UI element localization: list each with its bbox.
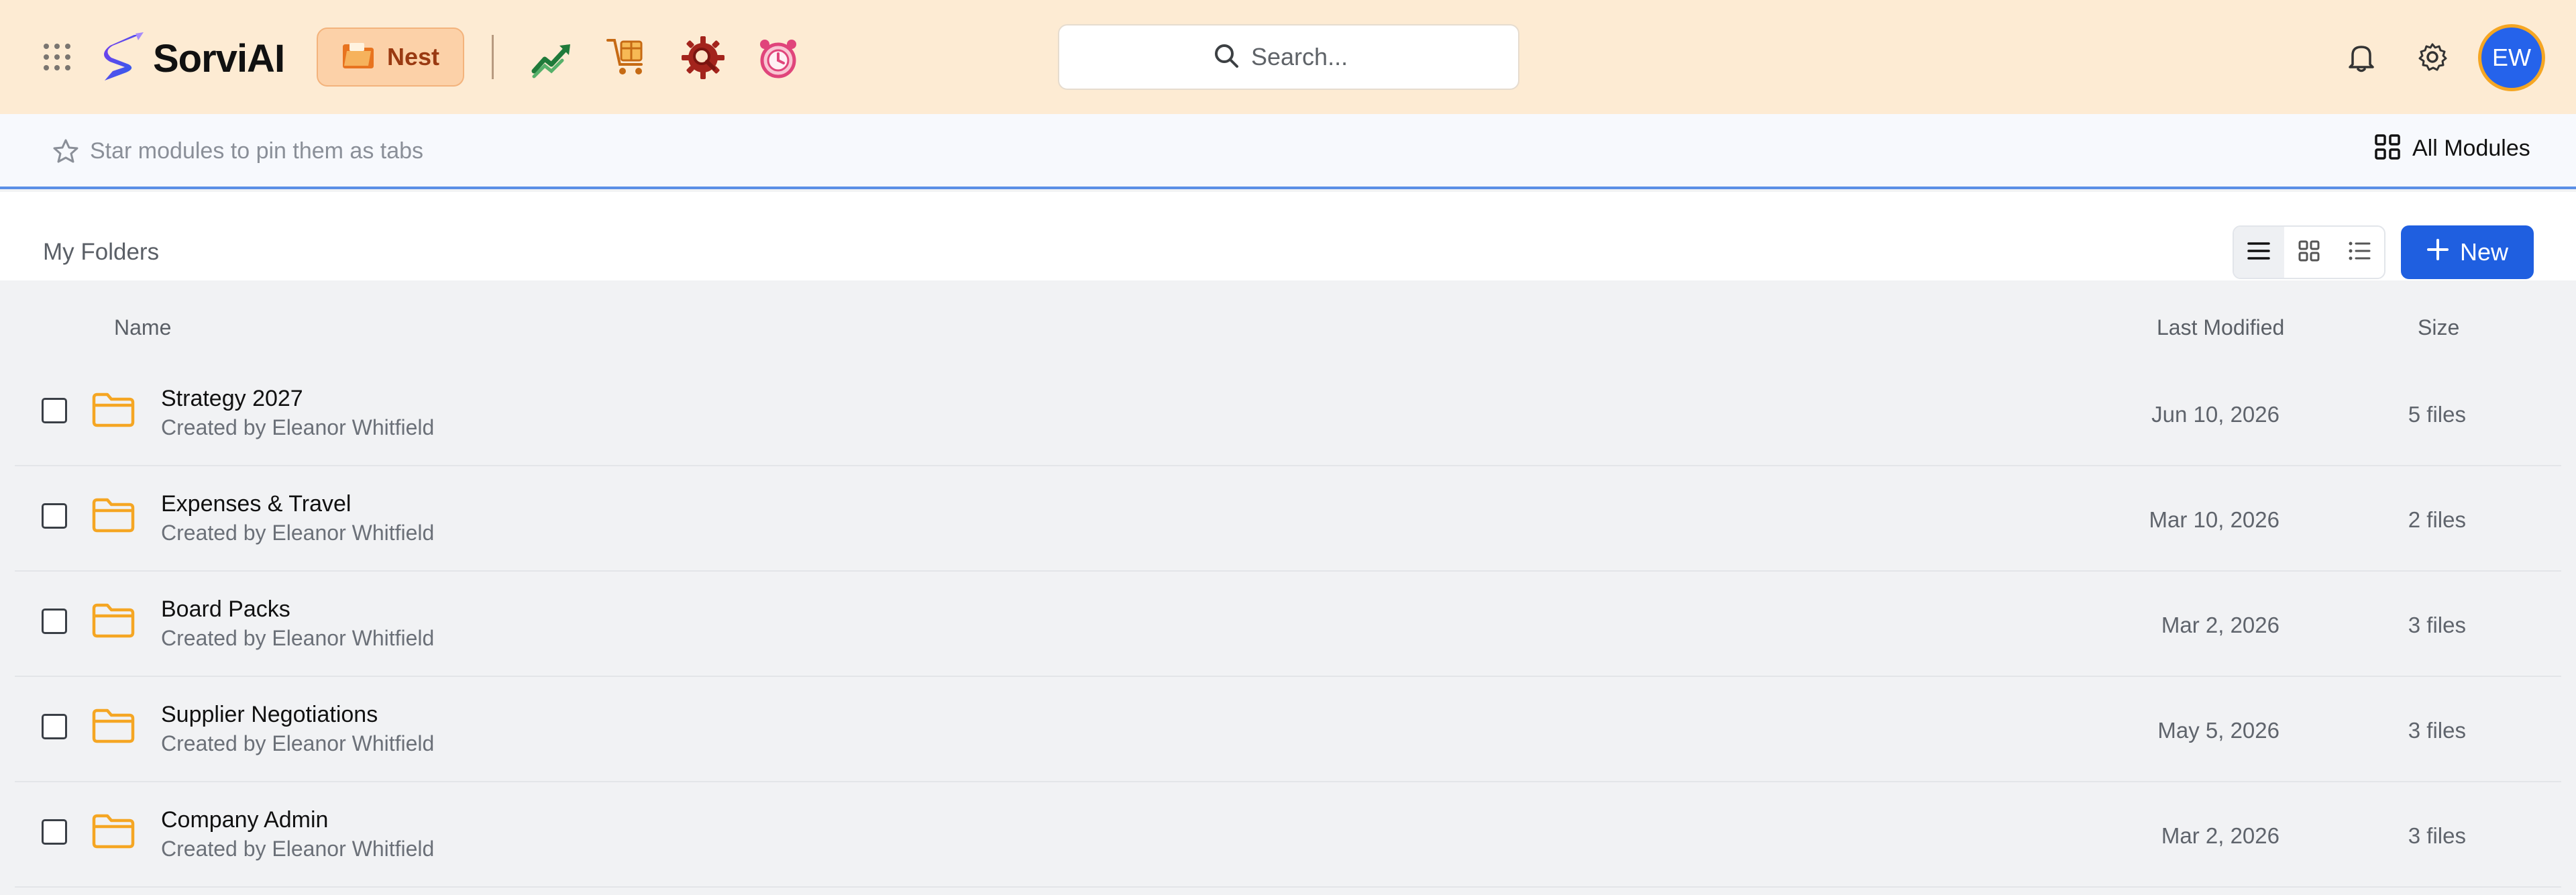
row-checkbox[interactable]: [42, 819, 67, 845]
folder-icon: [91, 391, 136, 429]
user-avatar[interactable]: EW: [2478, 24, 2545, 91]
row-checkbox[interactable]: [42, 503, 67, 529]
folder-modified: Mar 2, 2026: [2161, 613, 2279, 637]
growth-chart-icon[interactable]: [530, 35, 576, 81]
folder-name: Board Packs: [161, 596, 290, 622]
view-details-button[interactable]: [2334, 227, 2384, 278]
table-row[interactable]: Company Admin Created by Eleanor Whitfie…: [15, 782, 2561, 888]
brand-name: SorviAI: [153, 37, 285, 81]
folder-modified: Mar 10, 2026: [2149, 507, 2279, 532]
table-row[interactable]: Board Packs Created by Eleanor Whitfield…: [15, 571, 2561, 677]
column-header-size[interactable]: Size: [2418, 315, 2459, 340]
folder-name: Supplier Negotiations: [161, 702, 378, 727]
new-button-label: New: [2459, 238, 2509, 266]
nest-module-button[interactable]: Nest: [317, 28, 464, 87]
plus-icon: [2426, 238, 2449, 267]
row-checkbox[interactable]: [42, 714, 67, 739]
column-header-name[interactable]: Name: [114, 315, 171, 340]
gear-search-icon[interactable]: [680, 35, 726, 81]
folder-open-icon: [341, 42, 375, 73]
search-input[interactable]: [1251, 43, 1365, 71]
folder-modified: Mar 2, 2026: [2161, 823, 2279, 848]
row-checkbox[interactable]: [42, 398, 67, 423]
folder-creator: Created by Eleanor Whitfield: [161, 415, 435, 439]
nest-module-label: Nest: [386, 43, 440, 70]
grid-icon: [2375, 134, 2400, 163]
view-list-button[interactable]: [2234, 227, 2284, 278]
folder-icon: [91, 812, 136, 850]
brand-logo[interactable]: SorviAI: [99, 31, 285, 87]
list-icon: [2247, 241, 2271, 264]
folder-size: 2 files: [2408, 507, 2466, 532]
search-icon: [1212, 42, 1240, 73]
folder-modified: May 5, 2026: [2157, 718, 2279, 743]
folder-creator: Created by Eleanor Whitfield: [161, 731, 435, 755]
top-bar: SorviAI Nest Search... EW: [0, 0, 2576, 114]
folder-icon: [91, 496, 136, 534]
folder-creator: Created by Eleanor Whitfield: [161, 521, 435, 545]
folder-modified: Jun 10, 2026: [2151, 402, 2279, 427]
package-cart-icon[interactable]: [605, 35, 651, 81]
new-button[interactable]: New: [2401, 225, 2534, 279]
view-switcher: [2233, 225, 2385, 279]
folder-icon: [91, 602, 136, 639]
pinned-tabs-bar: Star modules to pin them as tabs All Mod…: [0, 114, 2576, 189]
bullet-list-icon: [2348, 241, 2371, 264]
folder-name: Expenses & Travel: [161, 491, 352, 517]
app-grid-icon[interactable]: [42, 42, 72, 72]
view-grid-button[interactable]: [2284, 227, 2334, 278]
table-row[interactable]: Strategy 2027 Created by Eleanor Whitfie…: [15, 360, 2561, 466]
folder-creator: Created by Eleanor Whitfield: [161, 626, 435, 650]
page-title: My Folders: [43, 239, 160, 265]
folders-toolbar: My Folders New: [0, 192, 2576, 280]
search-box[interactable]: [1058, 24, 1519, 90]
row-checkbox[interactable]: [42, 609, 67, 634]
folder-size: 5 files: [2408, 402, 2466, 427]
gear-icon[interactable]: [2417, 42, 2448, 72]
alarm-clock-icon[interactable]: [755, 35, 801, 81]
folder-size: 3 files: [2408, 718, 2466, 743]
folder-size: 3 files: [2408, 613, 2466, 637]
header-divider: [492, 35, 494, 79]
pin-hint-text: Star modules to pin them as tabs: [90, 138, 424, 164]
star-icon[interactable]: [52, 138, 79, 165]
folder-creator: Created by Eleanor Whitfield: [161, 837, 435, 861]
folder-name: Strategy 2027: [161, 386, 303, 411]
all-modules-label: All Modules: [2412, 136, 2530, 161]
folder-icon: [91, 707, 136, 745]
table-header: Name Last Modified Size: [0, 295, 2576, 365]
table-row[interactable]: Expenses & Travel Created by Eleanor Whi…: [15, 466, 2561, 572]
logo-mark-icon: [99, 31, 149, 87]
bell-icon[interactable]: [2346, 42, 2377, 72]
folder-size: 3 files: [2408, 823, 2466, 848]
folder-name: Company Admin: [161, 807, 329, 833]
all-modules-button[interactable]: All Modules: [2375, 134, 2530, 163]
grid-view-icon: [2298, 240, 2320, 265]
table-row[interactable]: Supplier Negotiations Created by Eleanor…: [15, 676, 2561, 782]
column-header-modified[interactable]: Last Modified: [2157, 315, 2284, 340]
